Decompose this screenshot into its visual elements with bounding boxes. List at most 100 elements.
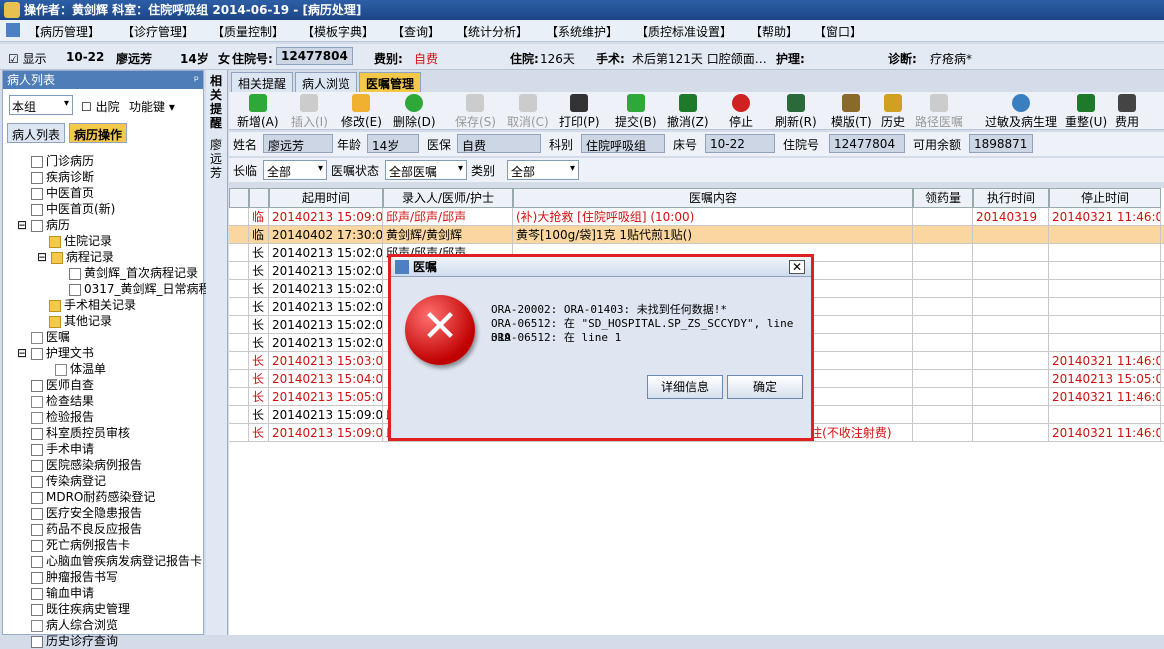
- allergy-button[interactable]: 过敏及病生理: [985, 94, 1057, 130]
- grid-header-start[interactable]: 起用时间: [269, 188, 383, 208]
- pin-icon[interactable]: ᵖ: [194, 71, 199, 89]
- tree-item[interactable]: 历史诊疗查询: [31, 633, 118, 649]
- table-cell: 长: [249, 352, 269, 370]
- function-key-menu[interactable]: 功能键 ▾: [129, 98, 175, 115]
- discharged-checkbox[interactable]: ☐ 出院: [81, 98, 120, 115]
- menu-record[interactable]: 【病历管理】: [28, 23, 100, 40]
- history-button[interactable]: 历史: [881, 94, 905, 130]
- stop-button[interactable]: 停止: [729, 94, 753, 130]
- tab-reminder[interactable]: 相关提醒: [231, 72, 294, 92]
- menu-quality[interactable]: 【质量控制】: [212, 23, 284, 40]
- table-cell: 临: [249, 208, 269, 226]
- menu-qc-standard[interactable]: 【质控标准设置】: [636, 23, 732, 40]
- tree-item[interactable]: 肿瘤报告书写: [31, 569, 118, 585]
- tree-item[interactable]: 其他记录: [49, 313, 112, 329]
- show-checkbox[interactable]: ☑ 显示: [8, 50, 47, 67]
- tree-item[interactable]: 检查结果: [31, 393, 94, 409]
- tree-item[interactable]: 医疗安全隐患报告: [31, 505, 142, 521]
- tree-item[interactable]: 手术申请: [31, 441, 94, 457]
- menu-help[interactable]: 【帮助】: [750, 23, 798, 40]
- tree-item[interactable]: 科室质控员审核: [31, 425, 130, 441]
- tree-item[interactable]: 疾病诊断: [31, 169, 94, 185]
- tree-item[interactable]: 心脑血管疾病发病登记报告卡: [31, 553, 203, 569]
- tab-patient-browse[interactable]: 病人浏览: [295, 72, 358, 92]
- grid-header-content[interactable]: 医嘱内容: [513, 188, 913, 208]
- tree-item[interactable]: 既往疾病史管理: [31, 601, 130, 617]
- tab-record-ops[interactable]: 病历操作: [69, 123, 128, 143]
- tree-item[interactable]: ⊟ 病历: [17, 217, 70, 233]
- tree-item[interactable]: 死亡病例报告卡: [31, 537, 130, 553]
- menu-system[interactable]: 【系统维护】: [546, 23, 618, 40]
- tree-item[interactable]: 体温单: [55, 361, 106, 377]
- tab-order-management[interactable]: 医嘱管理: [359, 72, 422, 92]
- window-titlebar: 操作者：黄剑辉 科室：住院呼吸组 2014-06-19 - [病历处理]: [0, 0, 1164, 20]
- save-button[interactable]: 保存(S): [455, 94, 496, 130]
- table-cell: [229, 208, 249, 226]
- refresh-button[interactable]: 刷新(R): [775, 94, 817, 130]
- tree-item[interactable]: 病人综合浏览: [31, 617, 118, 633]
- reorganize-button[interactable]: 重整(U): [1065, 94, 1107, 130]
- patient-info-bar: ☑ 显示 10-22 廖远芳 14岁 女 住院号: 12477804 费别: 自…: [0, 44, 1164, 70]
- tree-item[interactable]: ⊟ 病程记录: [37, 249, 114, 265]
- table-cell: 邱声/邱声/邱声: [383, 208, 513, 226]
- status-select[interactable]: 全部医嘱: [385, 160, 467, 180]
- details-button[interactable]: 详细信息: [647, 375, 723, 399]
- folder-icon: [49, 235, 61, 248]
- document-icon: [31, 443, 43, 456]
- pathway-order-button[interactable]: 路径医嘱: [915, 94, 963, 130]
- insert-button[interactable]: 插入(I): [291, 94, 328, 130]
- grid-header-stop[interactable]: 停止时间: [1049, 188, 1161, 208]
- tree-item[interactable]: 黄剑辉_首次病程记录: [69, 265, 198, 281]
- bed-field: 10-22: [705, 134, 775, 153]
- menu-stats[interactable]: 【统计分析】: [456, 23, 528, 40]
- tab-patient-list[interactable]: 病人列表: [7, 123, 66, 143]
- table-cell: 20140213 15:02:00: [269, 334, 383, 352]
- vtab-reminder[interactable]: 相关提醒: [210, 74, 224, 130]
- tree-item[interactable]: 手术相关记录: [49, 297, 136, 313]
- document-icon: [31, 587, 43, 600]
- surgery-label: 手术:: [596, 52, 625, 66]
- window-title: 操作者：黄剑辉 科室：住院呼吸组 2014-06-19 - [病历处理]: [24, 3, 362, 17]
- menu-treatment[interactable]: 【诊疗管理】: [122, 23, 194, 40]
- tree-item[interactable]: 输血申请: [31, 585, 94, 601]
- tree-item[interactable]: 中医首页(新): [31, 201, 115, 217]
- tree-item[interactable]: 0317_黄剑辉_日常病程: [69, 281, 211, 297]
- grid-header-who[interactable]: 录入人/医师/护士: [383, 188, 513, 208]
- tree-item[interactable]: 检验报告: [31, 409, 94, 425]
- tree-item[interactable]: ⊟ 护理文书: [17, 345, 94, 361]
- ok-button[interactable]: 确定: [727, 375, 803, 399]
- table-row[interactable]: 临 20140402 17:30:00 黄剑辉/黄剑辉 黄芩[100g/袋]1克 1贴…: [229, 226, 1164, 244]
- tree-item[interactable]: 传染病登记: [31, 473, 106, 489]
- menu-template[interactable]: 【模板字典】: [302, 23, 374, 40]
- revoke-button[interactable]: 撤消(Z): [667, 94, 709, 130]
- add-button[interactable]: 新增(A): [237, 94, 279, 130]
- type-select[interactable]: 全部: [263, 160, 327, 180]
- group-select[interactable]: 本组 ▾: [9, 95, 73, 115]
- tree-item[interactable]: 医师自查: [31, 377, 94, 393]
- close-icon[interactable]: ✕: [789, 260, 805, 274]
- cancel-button[interactable]: 取消(C): [507, 94, 549, 130]
- menu-window[interactable]: 【窗口】: [814, 23, 862, 40]
- table-cell: [229, 334, 249, 352]
- document-icon: [30, 219, 43, 232]
- edit-button[interactable]: 修改(E): [341, 94, 382, 130]
- tree-item[interactable]: 中医首页: [31, 185, 94, 201]
- menu-query[interactable]: 【查询】: [392, 23, 440, 40]
- print-button[interactable]: 打印(P): [559, 94, 600, 130]
- tree-item[interactable]: 医嘱: [31, 329, 70, 345]
- vtab-patient[interactable]: 廖远芳: [210, 138, 224, 180]
- status-label: 医嘱状态: [331, 164, 380, 178]
- grid-header-qty[interactable]: 领药量: [913, 188, 973, 208]
- tree-item[interactable]: 药品不良反应报告: [31, 521, 142, 537]
- grid-header-exec[interactable]: 执行时间: [973, 188, 1049, 208]
- tree-item[interactable]: 门诊病历: [31, 153, 94, 169]
- cost-button[interactable]: 费用: [1115, 94, 1139, 130]
- table-row[interactable]: 临 20140213 15:09:00 邱声/邱声/邱声 (补)大抢救 [住院呼吸组]…: [229, 208, 1164, 226]
- delete-button[interactable]: 删除(D): [393, 94, 436, 130]
- submit-button[interactable]: 提交(B): [615, 94, 657, 130]
- tree-item[interactable]: 住院记录: [49, 233, 112, 249]
- tree-item[interactable]: MDRO耐药感染登记: [31, 489, 155, 505]
- tree-item[interactable]: 医院感染病例报告: [31, 457, 142, 473]
- template-button[interactable]: 模版(T): [831, 94, 872, 130]
- category-select[interactable]: 全部: [507, 160, 579, 180]
